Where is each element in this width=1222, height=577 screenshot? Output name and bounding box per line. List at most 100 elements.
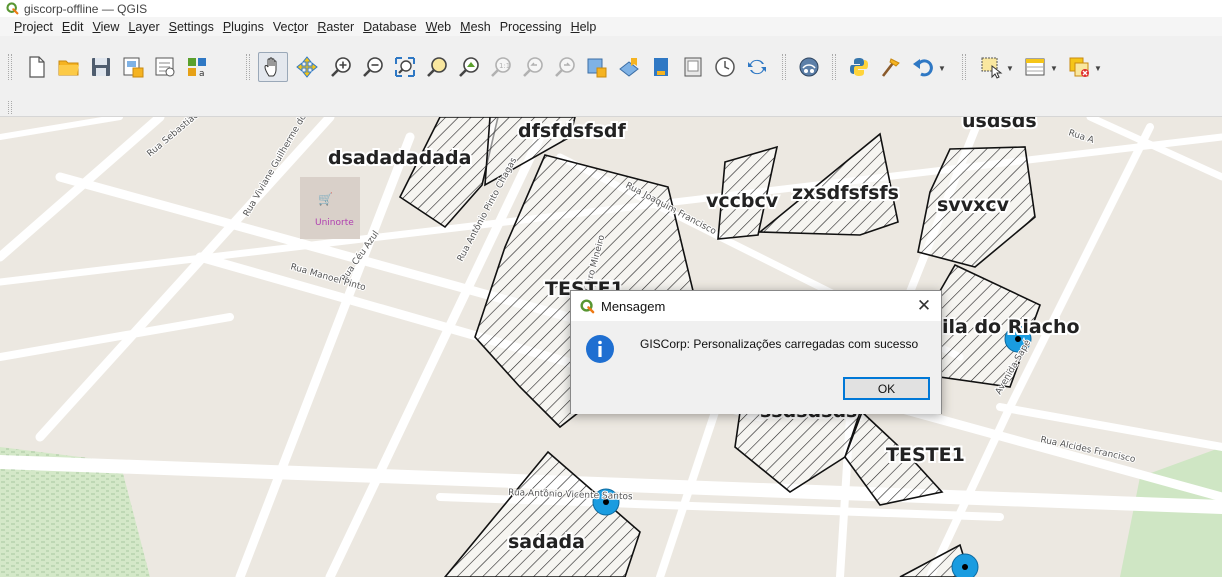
menu-item-text: lugins (231, 19, 264, 34)
menu-item-text: ayer (135, 19, 160, 34)
menu-item[interactable]: View (92, 20, 119, 34)
ok-button[interactable]: OK (843, 377, 930, 400)
zoom-out-button[interactable] (358, 52, 388, 82)
point-feature-center (962, 564, 968, 570)
qgis-logo-icon (580, 298, 595, 313)
zoom-out-icon (363, 57, 383, 77)
new-project-icon (29, 56, 45, 78)
zoom-native-button[interactable]: 1:1 (486, 52, 516, 82)
select-dropdown-arrow[interactable]: ▼ (1006, 64, 1014, 73)
toolbar-grip[interactable] (246, 54, 250, 80)
zoom-next-button[interactable] (550, 52, 580, 82)
plugin-button[interactable] (794, 52, 824, 82)
open-project-button[interactable] (54, 52, 84, 82)
zoom-full-button[interactable] (390, 52, 420, 82)
dialog-titlebar[interactable]: Mensagem (571, 291, 941, 321)
menu-item[interactable]: Web (426, 20, 451, 34)
menu-item-text: or (297, 19, 309, 34)
new-print-layout-button[interactable] (118, 52, 148, 82)
toolbar-grip[interactable] (8, 54, 12, 80)
new-bookmark-button[interactable] (582, 52, 612, 82)
menu-item[interactable]: Raster (317, 20, 354, 34)
zoom-full-icon (395, 57, 415, 77)
svg-text:1:1: 1:1 (499, 62, 510, 70)
layout-manager-button[interactable] (150, 52, 180, 82)
new-project-button[interactable] (22, 52, 52, 82)
toolbar-grip[interactable] (832, 54, 836, 80)
window-title: giscorp-offline — QGIS (24, 1, 148, 16)
pan-to-selection-button[interactable] (292, 52, 322, 82)
polygon-label: ila do Riacho (942, 316, 1080, 338)
zoom-to-layer-button[interactable] (454, 52, 484, 82)
qgis-window: giscorp-offline — QGIS Project Edit View La… (0, 0, 1222, 577)
menu-item[interactable]: Plugins (223, 20, 264, 34)
polygon-label: dfsfdsfsdf (518, 120, 627, 142)
menu-item[interactable]: Edit (62, 20, 84, 34)
dialog-title: Mensagem (601, 298, 666, 314)
toolbar-grip[interactable] (8, 101, 12, 114)
zoom-next-icon (555, 57, 575, 77)
zoom-to-selection-icon (427, 57, 447, 77)
pan-to-selection-icon (296, 56, 318, 78)
main-toolbar: a 1:1 ▼ ▼ ▼ ▼ (0, 36, 1222, 99)
menu-item-text: Vec (272, 19, 294, 34)
show-bookmarks-button[interactable] (614, 52, 644, 82)
menu-item[interactable]: Vector (273, 20, 308, 34)
secondary-toolbar (0, 99, 1222, 117)
qgis-logo-icon (6, 2, 19, 15)
undo-button[interactable] (908, 52, 938, 82)
menu-item[interactable]: Mesh (460, 20, 491, 34)
pan-icon (264, 57, 277, 77)
menu-item-text: dit (70, 19, 84, 34)
polygon-label: usdsds (962, 117, 1037, 132)
menu-item-mnemonic: E (61, 19, 71, 34)
open-project-icon (58, 60, 79, 76)
plugin-icon (799, 57, 819, 77)
menu-item[interactable]: Project (14, 20, 53, 34)
toolbar-grip[interactable] (782, 54, 786, 80)
polygon-label: zxsdfsfsfs (792, 182, 899, 204)
processing-toolbox-icon (881, 58, 900, 77)
menu-item-text: aster (326, 19, 355, 34)
polygon-label: vccbcv (706, 190, 779, 212)
polygon-label: dsadadadada (328, 147, 471, 169)
menu-item[interactable]: Settings (169, 20, 214, 34)
processing-toolbox-button[interactable] (876, 52, 906, 82)
menu-item-text: Pro (499, 19, 520, 34)
select-features-button[interactable] (976, 52, 1006, 82)
clock-button[interactable] (710, 52, 740, 82)
menu-item-text: essing (525, 19, 562, 34)
save-project-icon (92, 58, 110, 76)
menu-item[interactable]: Processing (500, 20, 562, 34)
menu-item[interactable]: Layer (128, 20, 159, 34)
deselect-icon (1069, 57, 1089, 77)
zoom-last-button[interactable] (518, 52, 548, 82)
attribute-table-button[interactable] (1020, 52, 1050, 82)
menu-item-text: iew (100, 19, 120, 34)
zoom-in-button[interactable] (326, 52, 356, 82)
pan-button[interactable] (258, 52, 288, 82)
copyright-icon (684, 57, 702, 77)
toolbar-grip[interactable] (962, 54, 966, 80)
close-icon[interactable]: ✕ (915, 296, 933, 316)
refresh-button[interactable] (742, 52, 772, 82)
zoom-to-selection-button[interactable] (422, 52, 452, 82)
deselect-dropdown-arrow[interactable]: ▼ (1094, 64, 1102, 73)
save-project-button[interactable] (86, 52, 116, 82)
temporal-controller-button[interactable] (646, 52, 676, 82)
menu-item-text: atabase (372, 19, 417, 34)
menu-item[interactable]: Database (363, 20, 417, 34)
style-manager-button[interactable]: a (182, 52, 212, 82)
polygon-label: svvxcv (937, 194, 1010, 216)
copyright-button[interactable] (678, 52, 708, 82)
info-icon (586, 335, 614, 363)
menu-item[interactable]: Help (571, 20, 597, 34)
zoom-to-layer-icon (459, 57, 479, 77)
menu-bar: Project Edit View Layer Settings Plugins Vecto… (0, 17, 1222, 36)
undo-dropdown-arrow[interactable]: ▼ (938, 64, 946, 73)
python-console-button[interactable] (844, 52, 874, 82)
attribute-dropdown-arrow[interactable]: ▼ (1050, 64, 1058, 73)
deselect-button[interactable] (1064, 52, 1094, 82)
dialog-body: GISCorp: Personalizações carregadas com … (571, 321, 941, 414)
menu-item-mnemonic: M (460, 19, 471, 34)
